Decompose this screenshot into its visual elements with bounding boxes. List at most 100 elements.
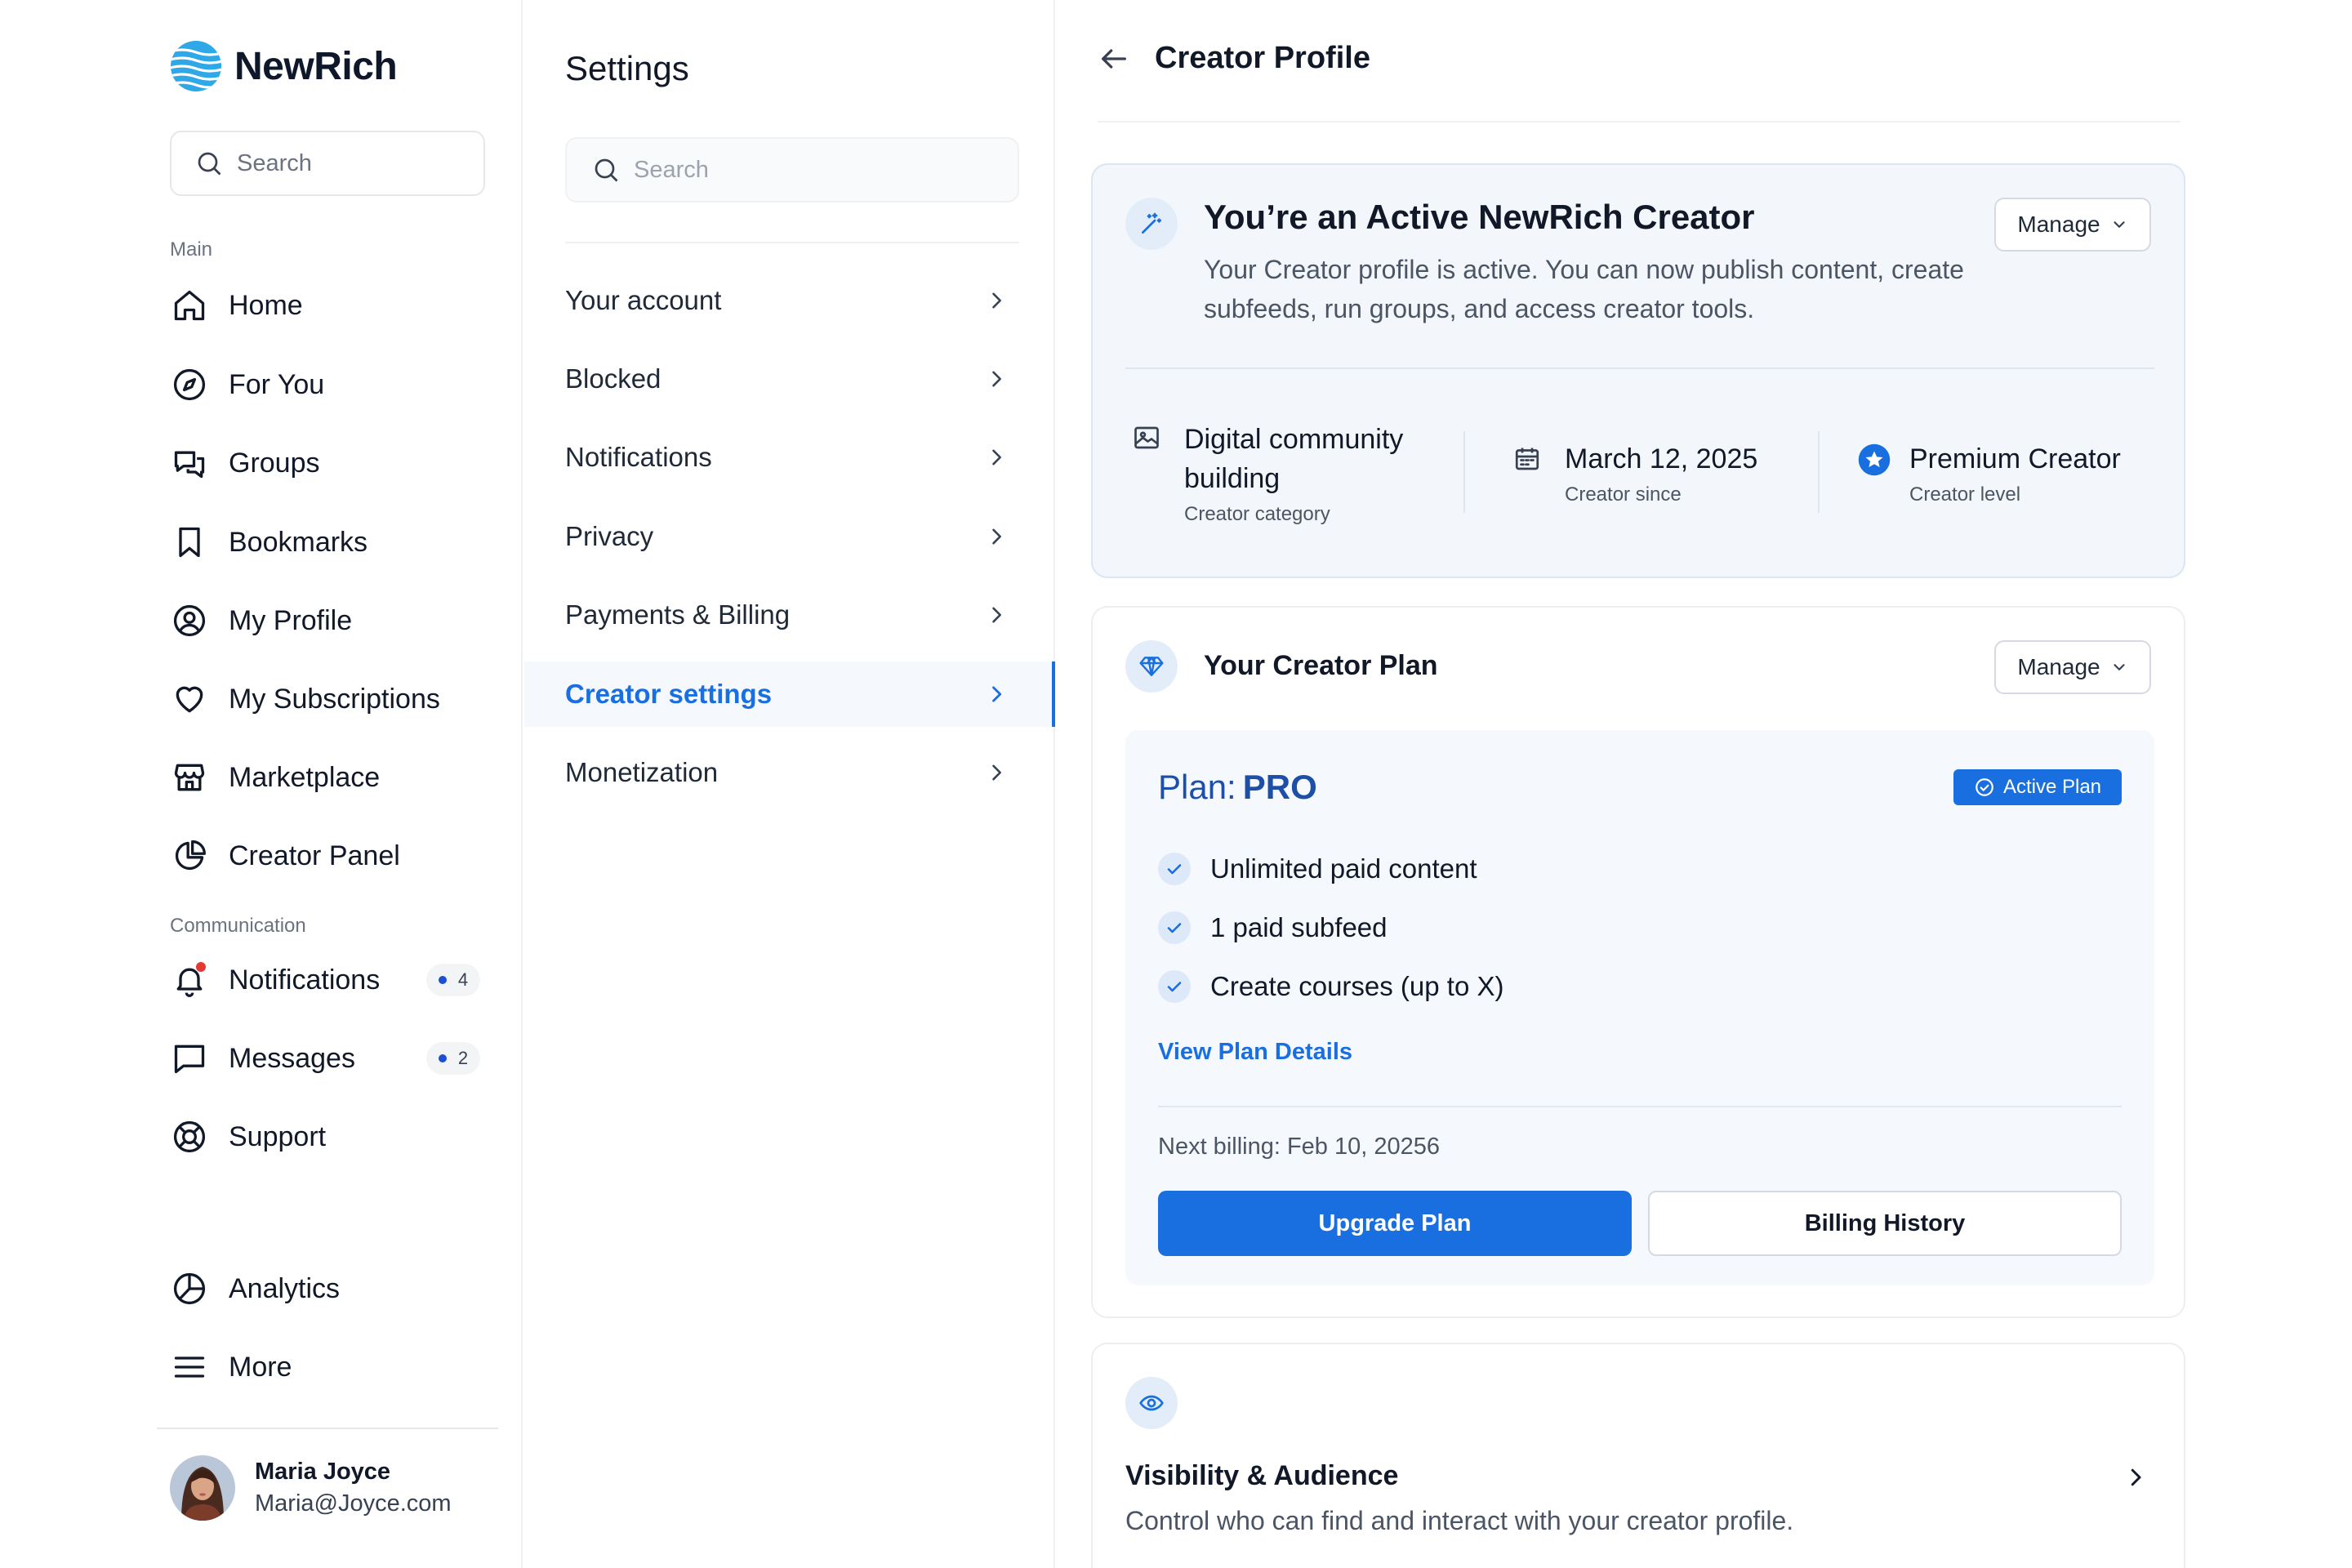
lifebuoy-icon [170, 1117, 209, 1156]
section-label-main: Main [170, 238, 213, 261]
menu-icon [170, 1348, 209, 1387]
settings-item-monetization[interactable]: Monetization [524, 740, 1054, 805]
creator-plan-card: Your Creator Plan Manage Plan: PRO Active… [1091, 606, 2185, 1318]
notification-dot [196, 962, 206, 972]
stat-label: Creator category [1184, 503, 1330, 525]
home-icon [170, 286, 209, 325]
sidebar-item-label: More [229, 1351, 292, 1383]
chevron-right-icon [985, 289, 1008, 312]
sidebar-item-label: My Subscriptions [229, 683, 440, 715]
visibility-audience-card[interactable]: Visibility & Audience Control who can fi… [1091, 1343, 2185, 1568]
sidebar-item-home[interactable]: Home [170, 279, 497, 332]
sidebar-item-notifications[interactable]: Notifications 4 [170, 954, 497, 1006]
chevron-down-icon [2113, 221, 2125, 228]
settings-item-your-account[interactable]: Your account [524, 268, 1054, 333]
sidebar-item-label: Groups [229, 447, 320, 479]
manage-creator-button[interactable]: Manage [1994, 198, 2151, 252]
plan-details-panel: Plan: PRO Active Plan Unlimited paid cont… [1125, 730, 2154, 1285]
sidebar-item-bookmarks[interactable]: Bookmarks [170, 516, 497, 568]
settings-item-payments-billing[interactable]: Payments & Billing [524, 582, 1054, 648]
magic-wand-icon [1125, 198, 1178, 250]
active-creator-description: Your Creator profile is active. You can … [1204, 255, 1964, 323]
visibility-title: Visibility & Audience [1125, 1460, 1399, 1491]
header-divider [1098, 121, 2180, 122]
sidebar-item-my-subscriptions[interactable]: My Subscriptions [170, 673, 497, 725]
active-creator-title: You’re an Active NewRich Creator [1204, 198, 1755, 236]
brand[interactable]: NewRich [169, 39, 398, 93]
settings-title: Settings [565, 49, 689, 87]
stat-creator-level: Premium Creator Creator level [1857, 439, 2121, 506]
heart-icon [170, 679, 209, 719]
analytics-icon [170, 1269, 209, 1308]
sidebar-item-label: Notifications [229, 964, 381, 996]
settings-item-label: Monetization [565, 757, 719, 787]
upgrade-plan-button[interactable]: Upgrade Plan [1158, 1191, 1632, 1256]
settings-search-input[interactable]: Search [565, 137, 1019, 203]
active-creator-card: You’re an Active NewRich Creator Your Cr… [1091, 163, 2185, 578]
sidebar-item-analytics[interactable]: Analytics [170, 1263, 497, 1315]
sidebar-item-label: My Profile [229, 604, 353, 636]
active-card-divider [1125, 368, 2154, 369]
plan-feature-label: Create courses (up to X) [1210, 971, 1504, 1001]
user-card[interactable]: Maria Joyce Maria@Joyce.com [170, 1455, 452, 1521]
billing-history-button[interactable]: Billing History [1648, 1191, 2122, 1256]
sidebar-item-for-you[interactable]: For You [170, 359, 497, 411]
sidebar-item-support[interactable]: Support [170, 1111, 497, 1163]
chevron-right-icon [985, 683, 1008, 706]
sidebar-search-input[interactable]: Search [170, 131, 485, 196]
chevron-right-icon [985, 761, 1008, 784]
plan-feature: 1 paid subfeed [1158, 911, 1388, 944]
chevron-right-icon[interactable] [2123, 1465, 2148, 1490]
sidebar-item-messages[interactable]: Messages 2 [170, 1032, 497, 1085]
settings-item-label: Blocked [565, 363, 662, 394]
messages-count-badge: 2 [426, 1042, 480, 1075]
sidebar-divider [157, 1428, 498, 1429]
sidebar-item-marketplace[interactable]: Marketplace [170, 751, 497, 804]
settings-item-label: Notifications [565, 442, 712, 472]
store-icon [170, 758, 209, 797]
manage-label: Manage [2017, 212, 2100, 237]
visibility-description: Control who can find and interact with y… [1125, 1506, 1794, 1535]
settings-item-notifications[interactable]: Notifications [524, 425, 1054, 490]
compass-icon [170, 365, 209, 404]
creator-plan-title: Your Creator Plan [1204, 650, 1438, 681]
plan-feature: Create courses (up to X) [1158, 970, 1504, 1003]
sidebar-item-label: Home [229, 289, 303, 321]
chevron-right-icon [985, 604, 1008, 626]
stat-separator [1463, 431, 1465, 513]
sidebar-item-label: Analytics [229, 1272, 341, 1304]
settings-item-label: Privacy [565, 521, 654, 551]
chat-bubbles-icon [170, 443, 209, 483]
search-icon [194, 149, 224, 178]
active-indicator [1052, 662, 1055, 727]
check-icon [1158, 970, 1191, 1003]
chevron-right-icon [985, 525, 1008, 548]
chevron-right-icon [985, 446, 1008, 469]
settings-panel: Settings Search Your account Blocked Not… [524, 0, 1055, 1568]
message-icon [170, 1039, 209, 1078]
sidebar-item-my-profile[interactable]: My Profile [170, 595, 497, 647]
star-badge-icon [1857, 443, 1891, 477]
section-label-communication: Communication [170, 915, 306, 937]
stat-separator [1818, 431, 1820, 513]
sidebar-item-groups[interactable]: Groups [170, 437, 497, 489]
manage-label: Manage [2017, 654, 2100, 679]
user-name: Maria Joyce [255, 1459, 391, 1485]
page-header: Creator Profile [1098, 41, 1370, 76]
arrow-left-icon[interactable] [1098, 42, 1130, 75]
search-icon [591, 155, 621, 185]
view-plan-details-link[interactable]: View Plan Details [1158, 1039, 1352, 1066]
settings-item-privacy[interactable]: Privacy [524, 504, 1054, 569]
sidebar-search-placeholder: Search [237, 149, 312, 176]
settings-item-creator-settings[interactable]: Creator settings [524, 662, 1055, 727]
calendar-icon [1512, 444, 1542, 474]
pie-chart-icon [170, 836, 209, 875]
next-billing-text: Next billing: Feb 10, 20256 [1158, 1134, 1440, 1160]
plan-name: Plan: PRO [1158, 768, 1317, 806]
plan-feature-label: 1 paid subfeed [1210, 912, 1388, 942]
settings-item-blocked[interactable]: Blocked [524, 346, 1054, 412]
manage-plan-button[interactable]: Manage [1994, 640, 2151, 694]
sidebar-item-more[interactable]: More [170, 1341, 497, 1393]
avatar[interactable] [170, 1455, 235, 1521]
sidebar-item-creator-panel[interactable]: Creator Panel [170, 830, 497, 882]
